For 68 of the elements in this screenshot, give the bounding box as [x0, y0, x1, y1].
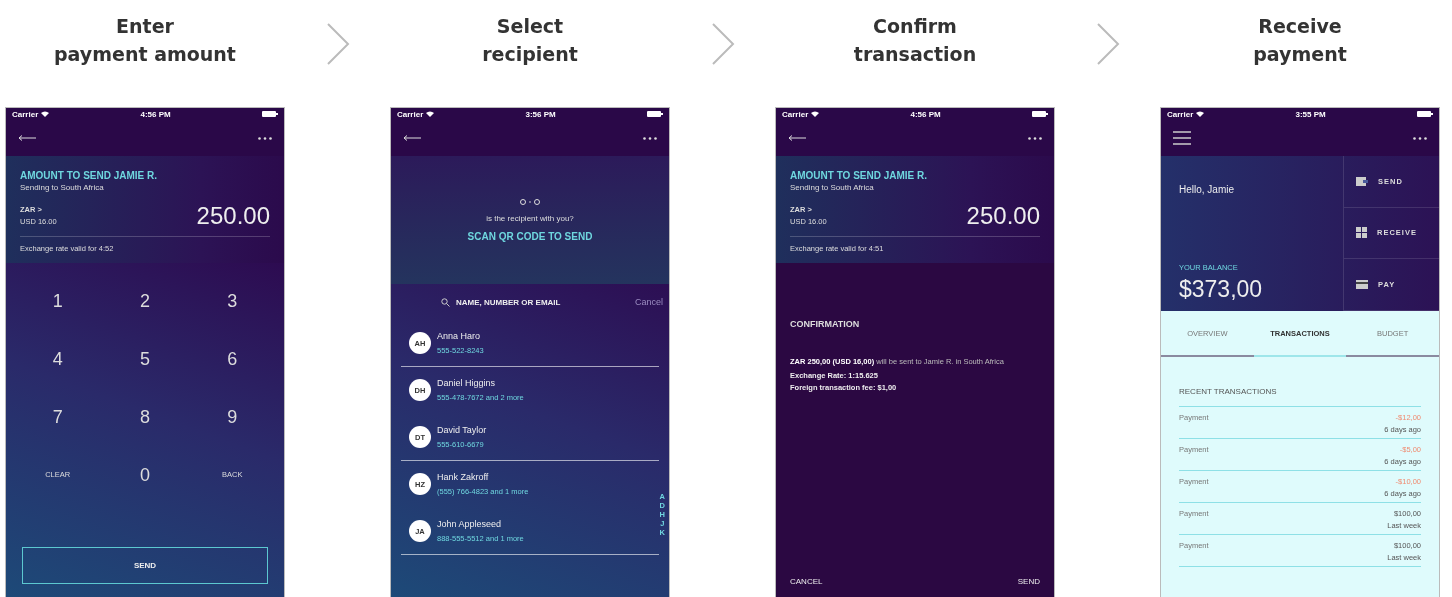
wifi-icon: [426, 111, 435, 117]
keypad-key[interactable]: 1: [27, 282, 88, 322]
amount-value: 250.00: [966, 202, 1040, 230]
cancel-button[interactable]: Cancel: [635, 297, 663, 307]
greeting: Hello, Jamie: [1179, 184, 1236, 195]
keypad-key[interactable]: 2: [115, 282, 175, 322]
status-time: 3:55 PM: [1295, 109, 1326, 119]
step-title: Enter payment amount: [53, 14, 237, 67]
back-arrow-icon[interactable]: [18, 135, 36, 141]
more-icon[interactable]: [1413, 136, 1427, 140]
cancel-button[interactable]: CANCEL: [790, 577, 823, 586]
search-icon: [441, 297, 450, 307]
battery-icon: [262, 111, 278, 117]
contact-name: Daniel Higgins: [437, 378, 497, 388]
contact-name: Hank Zakroff: [437, 472, 490, 482]
contact-name: Anna Haro: [437, 331, 482, 341]
amount-heading: AMOUNT TO SEND JAMIE R.: [790, 170, 929, 181]
keypad-key[interactable]: 4: [27, 340, 88, 380]
battery-icon: [1417, 111, 1433, 117]
balance-amount: $373,00: [1179, 276, 1264, 303]
wallet-icon: [1356, 176, 1368, 186]
keypad-key[interactable]: 8: [115, 398, 175, 438]
carrier-label: Carrier: [397, 109, 424, 119]
chevron-right-icon: [710, 22, 735, 66]
wifi-icon: [1196, 111, 1205, 117]
status-time: 3:56 PM: [525, 109, 556, 119]
step-title: Select recipient: [481, 14, 579, 67]
carrier-label: Carrier: [12, 109, 39, 119]
prompt-text: is the recipient with you?: [486, 214, 574, 223]
step-title: Confirm transaction: [852, 14, 978, 67]
status-time: 4:56 PM: [140, 109, 171, 119]
wifi-icon: [811, 111, 820, 117]
qr-code-icon: [1356, 227, 1367, 239]
send-button[interactable]: SEND: [22, 547, 268, 584]
scan-qr-link[interactable]: SCAN QR CODE TO SEND: [467, 231, 593, 242]
search-field[interactable]: NAME, NUMBER OR EMAIL: [454, 296, 631, 308]
back-arrow-icon[interactable]: [788, 135, 806, 141]
destination-text: Sending to South Africa: [790, 183, 875, 192]
destination-text: Sending to South Africa: [20, 183, 105, 192]
chevron-right-icon: [1095, 22, 1120, 66]
status-time: 4:56 PM: [910, 109, 941, 119]
keypad-key[interactable]: 3: [202, 282, 263, 322]
keypad-key[interactable]: 5: [115, 340, 175, 380]
amount-heading: AMOUNT TO SEND JAMIE R.: [20, 170, 159, 181]
carrier-label: Carrier: [782, 109, 809, 119]
step-title: Receive payment: [1252, 14, 1348, 67]
qr-scan-icon: [519, 198, 541, 206]
battery-icon: [647, 111, 663, 117]
contact-name: David Taylor: [437, 425, 487, 435]
chevron-right-icon: [325, 22, 350, 66]
contact-name: John Appleseed: [437, 519, 503, 529]
send-button[interactable]: SEND: [1017, 577, 1040, 586]
section-heading: RECENT TRANSACTIONS: [1179, 387, 1421, 407]
keypad-key[interactable]: 0: [115, 456, 175, 496]
more-icon[interactable]: [1028, 136, 1042, 140]
keypad-key[interactable]: 6: [202, 340, 263, 380]
card-icon: [1356, 280, 1368, 290]
amount-value: 250.00: [196, 202, 270, 230]
more-icon[interactable]: [643, 136, 657, 140]
battery-icon: [1032, 111, 1048, 117]
menu-icon[interactable]: [1173, 131, 1191, 145]
keypad-key[interactable]: 7: [27, 398, 88, 438]
keypad-key[interactable]: 9: [202, 398, 263, 438]
confirmation-heading: CONFIRMATION: [790, 319, 861, 329]
carrier-label: Carrier: [1167, 109, 1194, 119]
more-icon[interactable]: [258, 136, 272, 140]
back-arrow-icon[interactable]: [403, 135, 421, 141]
wifi-icon: [41, 111, 50, 117]
